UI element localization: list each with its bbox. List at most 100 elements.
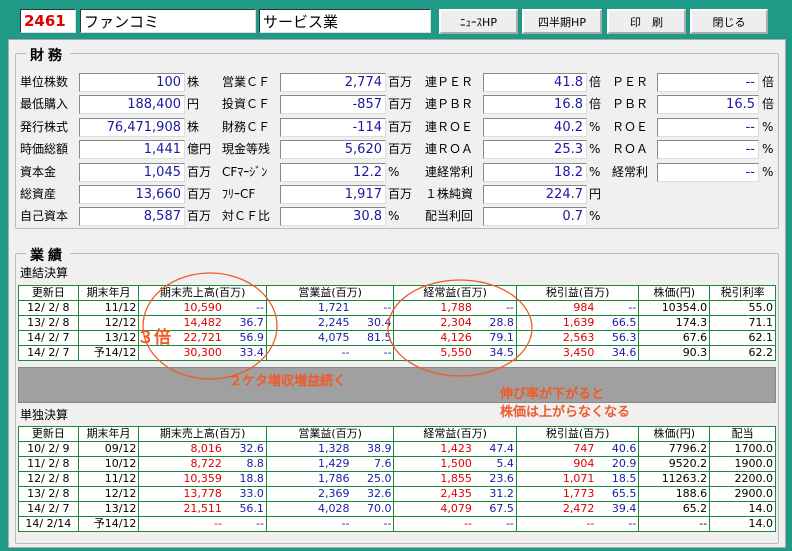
operating-income-cell: 2,369 32.6 (265, 486, 395, 502)
unit-unit-shares: 株 (187, 75, 200, 89)
sales-growth: 33.0 (239, 487, 264, 501)
annotation-note-2: 株価は上がらなくなる (500, 405, 631, 420)
std-header-cell: 株価(円) (638, 426, 711, 442)
operating-income-growth: -- (383, 301, 392, 315)
dividend-cell: 2200.0 (709, 471, 776, 487)
ordinary-income-value: 1,500 (440, 457, 472, 471)
ordinary-income-value: 5,550 (440, 346, 472, 360)
operating-income-cell: -- -- (265, 345, 395, 361)
net-income-cell: 1,773 65.5 (515, 486, 640, 502)
value-free-cf: 1,917 (280, 185, 386, 204)
update-date-cell: 13/ 2/ 8 (18, 486, 79, 502)
label-cash: 現金等残 (222, 142, 271, 156)
unit-per: 倍 (762, 75, 775, 89)
operating-income-cell: -- -- (265, 516, 395, 532)
net-income-growth: 40.6 (611, 442, 637, 456)
label-cons-pbr: 連ＰＢＲ (425, 97, 474, 111)
unit-total-assets: 百万 (187, 187, 212, 201)
operating-income-value: -- (341, 346, 350, 360)
ordinary-income-growth: -- (505, 517, 514, 531)
label-free-cf: ﾌﾘｰCF (222, 187, 256, 201)
net-income-cell: 747 40.6 (515, 441, 640, 457)
operating-income-value: 4,075 (317, 331, 350, 345)
net-income-value: 1,639 (562, 316, 595, 330)
unit-equity: 百万 (187, 209, 212, 223)
ordinary-income-cell: 1,423 47.4 (393, 441, 517, 457)
ordinary-income-cell: 2,304 28.8 (393, 315, 517, 331)
close-button[interactable]: 閉じる (690, 9, 768, 34)
cons-header-row: 更新日 期末年月 期末売上高(百万) 営業益(百万) 経常益(百万) 税引益(百万) 株価(… (18, 285, 776, 301)
ordinary-income-cell: 4,079 67.5 (393, 501, 517, 517)
unit-fin-cf: 百万 (388, 120, 413, 134)
value-bps: 224.7 (483, 185, 587, 204)
value-cons-ord: 18.2 (483, 163, 587, 182)
label-per: ＰＥＲ (612, 75, 649, 89)
operating-income-growth: 30.4 (366, 316, 392, 330)
operating-income-value: 2,369 (317, 487, 350, 501)
period-cell: 13/12 (77, 501, 140, 517)
sales-value: 30,300 (183, 346, 222, 360)
net-margin-cell: 62.1 (709, 330, 776, 346)
net-income-cell: 3,450 34.6 (515, 345, 640, 361)
quarterly-hp-button[interactable]: 四半期HP (522, 9, 602, 34)
period-cell: 12/12 (77, 315, 140, 331)
label-shares-issued: 発行株式 (20, 120, 69, 134)
sales-cell: 21,511 56.1 (138, 501, 267, 517)
std-table-row: 10/ 2/ 9 09/12 8,016 32.6 1,328 38.9 1,423 47.4… (18, 441, 776, 457)
news-hp-button[interactable]: ﾆｭｰｽHP (439, 9, 518, 34)
stock-code: 2461 (20, 9, 76, 33)
operating-income-growth: 70.0 (366, 502, 392, 516)
sales-cell: -- -- (138, 516, 267, 532)
cons-header-cell: 経常益(百万) (393, 285, 517, 301)
value-per: -- (657, 73, 759, 92)
operating-income-cell: 4,075 81.5 (265, 330, 395, 346)
net-income-value: 1,773 (562, 487, 595, 501)
cons-header-cell: 税引利率 (709, 285, 776, 301)
net-income-cell: 984 -- (515, 300, 640, 316)
value-capital: 1,045 (79, 163, 185, 182)
net-income-value: 904 (573, 457, 595, 471)
operating-income-growth: 7.6 (373, 457, 392, 471)
update-date-cell: 13/ 2/ 8 (18, 315, 79, 331)
stock-price-cell: 67.6 (638, 330, 711, 346)
sales-growth: 36.7 (239, 316, 264, 330)
cons-header-cell: 税引益(百万) (515, 285, 640, 301)
annotation-note-1: 伸び率が下がると (500, 387, 605, 402)
cons-table-row: 12/ 2/ 8 11/12 10,590 -- 1,721 -- 1,788 -- 984 --… (18, 300, 776, 316)
stock-price-cell: 10354.0 (638, 300, 711, 316)
unit-yield: % (589, 209, 601, 223)
value-shares-issued: 76,471,908 (79, 118, 185, 137)
label-cons-ord: 連経常利 (425, 165, 474, 179)
unit-cons-per: 倍 (589, 75, 602, 89)
sales-value: 8,722 (190, 457, 222, 471)
label-unit-shares: 単位株数 (20, 75, 69, 89)
sales-growth: 56.9 (239, 331, 264, 345)
ordinary-income-growth: 67.5 (489, 502, 514, 516)
label-equity: 自己資本 (20, 209, 69, 223)
ordinary-income-value: 2,304 (440, 316, 472, 330)
ordinary-income-cell: 1,500 5.4 (393, 456, 517, 472)
stock-info-window: 2461 ファンコミ サービス業 ﾆｭｰｽHP 四半期HP 印 刷 閉じる 財務… (0, 0, 792, 551)
cons-header-cell: 営業益(百万) (265, 285, 395, 301)
stock-price-cell: 11263.2 (638, 471, 711, 487)
net-income-cell: 1,639 66.5 (515, 315, 640, 331)
net-income-growth: 65.5 (611, 487, 637, 501)
label-cf-margin: CFﾏｰｼﾞﾝ (222, 165, 268, 179)
stock-price-cell: 9520.2 (638, 456, 711, 472)
ordinary-income-value: 1,855 (440, 472, 472, 486)
unit-bps: 円 (589, 187, 602, 201)
operating-income-cell: 1,429 7.6 (265, 456, 395, 472)
net-income-growth: -- (628, 517, 637, 531)
operating-income-growth: 81.5 (366, 331, 392, 345)
print-button[interactable]: 印 刷 (607, 9, 686, 34)
period-cell: 09/12 (77, 441, 140, 457)
operating-income-growth: -- (383, 346, 392, 360)
sales-growth: 33.4 (239, 346, 264, 360)
operating-income-value: 1,721 (317, 301, 350, 315)
operating-income-value: 4,028 (317, 502, 350, 516)
dividend-cell: 1700.0 (709, 441, 776, 457)
value-roa: -- (657, 140, 759, 159)
operating-income-cell: 1,721 -- (265, 300, 395, 316)
std-table-row: 11/ 2/ 8 10/12 8,722 8.8 1,429 7.6 1,500 5.4 904… (18, 456, 776, 472)
update-date-cell: 10/ 2/ 9 (18, 441, 79, 457)
